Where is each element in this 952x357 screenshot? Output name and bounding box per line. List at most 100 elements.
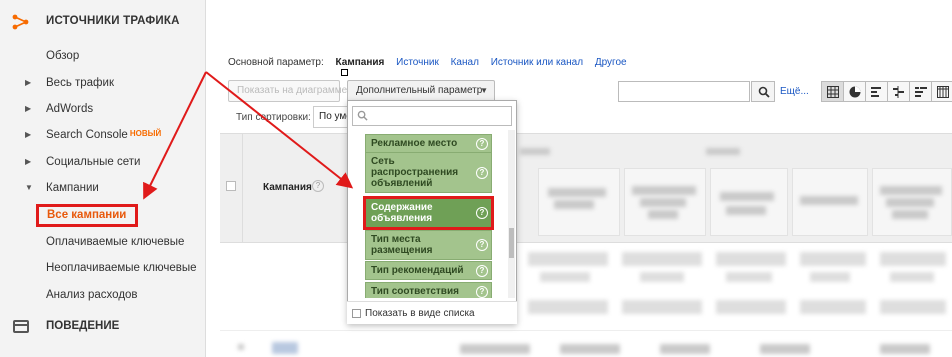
sidebar-item-cost-analysis[interactable]: Анализ расходов [0, 285, 206, 307]
performance-view-button[interactable] [865, 81, 888, 102]
dropdown-option-label: Рекламное место [371, 138, 458, 149]
sidebar-section-label: ПОВЕДЕНИЕ [46, 320, 120, 332]
redacted-text [548, 188, 606, 197]
redacted-value [622, 252, 702, 266]
dropdown-search-input[interactable] [352, 106, 512, 126]
redacted-text [640, 198, 686, 207]
dropdown-option[interactable]: Сеть распространения объявлений ? [365, 152, 492, 193]
redacted-value [460, 344, 530, 354]
redacted-value [800, 300, 866, 314]
redacted-text [520, 148, 550, 155]
sidebar-item-label: Анализ расходов [46, 289, 138, 301]
redacted-value [726, 272, 772, 282]
primary-dimension-link-source-medium[interactable]: Источник или канал [491, 57, 583, 68]
list-view-label[interactable]: Показать в виде списка [365, 308, 475, 319]
primary-dimension-bar: Основной параметр: Кампания Источник Кан… [228, 57, 636, 71]
help-icon[interactable]: ? [476, 137, 488, 150]
dropdown-option-label: Тип соответствия [371, 286, 459, 297]
comparison-view-icon [893, 86, 904, 98]
sidebar-item-label: Весь трафик [46, 77, 114, 89]
sidebar-section-header[interactable]: ИСТОЧНИКИ ТРАФИКА [0, 0, 206, 42]
redacted-text [726, 206, 766, 215]
sidebar-item-organic-keywords[interactable]: Неоплачиваемые ключевые [0, 258, 206, 280]
campaign-column-header[interactable]: Кампания [263, 182, 312, 193]
redacted-text [554, 200, 594, 209]
redacted-value [800, 252, 866, 266]
sidebar-item-label: Социальные сети [46, 156, 141, 168]
comparison-view-button[interactable] [887, 81, 910, 102]
redacted-text [720, 192, 774, 201]
redacted-text [886, 198, 934, 207]
redacted-value [716, 252, 786, 266]
view-switcher [821, 81, 952, 102]
sidebar-item-campaigns[interactable]: ▼ Кампании [0, 178, 206, 200]
dropdown-option-label: Содержание объявления [371, 202, 433, 224]
term-cloud-view-button[interactable] [909, 81, 932, 102]
redacted-value [716, 300, 786, 314]
sidebar-item-label: Кампании [46, 182, 99, 194]
redacted-value [880, 344, 930, 354]
list-view-checkbox[interactable] [352, 309, 361, 318]
pivot-view-icon [937, 86, 949, 98]
advanced-link[interactable]: Ещё... [780, 86, 809, 97]
dropdown-option-selected[interactable]: Содержание объявления ? [363, 196, 494, 230]
redacted-value [622, 300, 702, 314]
sidebar-title: ИСТОЧНИКИ ТРАФИКА [46, 15, 180, 27]
sidebar-item-overview[interactable]: Обзор [0, 46, 206, 68]
sidebar-item-search-console[interactable]: ▶ Search Console НОВЫЙ [0, 125, 206, 147]
redacted-text [880, 186, 942, 195]
sidebar-item-label: AdWords [46, 103, 94, 115]
dropdown-option-list: Рекламное место ? Сеть распространения о… [348, 130, 506, 298]
sidebar-item-all-traffic[interactable]: ▶ Весь трафик [0, 73, 206, 95]
dropdown-scrollbar[interactable] [508, 130, 515, 298]
pie-view-button[interactable] [843, 81, 866, 102]
redacted-value [810, 272, 850, 282]
dropdown-option[interactable]: Тип места размещения ? [365, 230, 492, 260]
annotation-highlight-box [36, 204, 138, 227]
redacted-value [890, 272, 934, 282]
sidebar-section-behavior[interactable]: ПОВЕДЕНИЕ [0, 314, 206, 340]
plot-rows-button[interactable]: Показать на диаграмме [228, 80, 347, 102]
table-search-input[interactable] [618, 81, 750, 102]
help-icon[interactable]: ? [476, 285, 488, 298]
primary-dimension-link-source[interactable]: Источник [396, 57, 439, 68]
help-icon[interactable]: ? [476, 166, 488, 179]
help-icon[interactable]: ? [476, 207, 488, 219]
dropdown-option-label: Тип места размещения [371, 234, 433, 256]
redacted-value [272, 342, 298, 354]
redacted-value [540, 272, 590, 282]
expand-arrow-icon: ▶ [25, 157, 32, 166]
sidebar-item-adwords[interactable]: ▶ AdWords [0, 99, 206, 121]
dropdown-option[interactable]: Тип рекомендаций ? [365, 261, 492, 280]
sidebar-item-social[interactable]: ▶ Социальные сети [0, 152, 206, 174]
chevron-down-icon: ▼ [480, 86, 488, 95]
help-icon[interactable]: ? [312, 180, 324, 192]
redacted-text [632, 186, 696, 195]
pivot-view-button[interactable] [931, 81, 952, 102]
secondary-dimension-button[interactable]: Дополнительный параметр ▼ [347, 80, 495, 102]
help-icon[interactable]: ? [476, 239, 488, 251]
sidebar-item-label: Обзор [46, 50, 80, 62]
table-view-icon [827, 86, 839, 98]
search-icon [758, 86, 770, 98]
select-all-checkbox[interactable] [226, 181, 236, 191]
primary-dimension-link-medium[interactable]: Канал [451, 57, 479, 68]
dropdown-option[interactable]: Тип соответствия ? [365, 282, 492, 298]
primary-dimension-label: Основной параметр: [228, 57, 324, 68]
help-icon[interactable]: ? [476, 264, 488, 277]
metric-header-cell[interactable] [710, 168, 788, 236]
redacted-value [880, 252, 946, 266]
redacted-text [648, 210, 678, 219]
sidebar-item-label: Неоплачиваемые ключевые [46, 262, 197, 274]
primary-dimension-link-other[interactable]: Другое [595, 57, 627, 68]
redacted-value [560, 344, 620, 354]
sidebar-item-paid-keywords[interactable]: Оплачиваемые ключевые [0, 232, 206, 254]
search-button[interactable] [751, 81, 775, 102]
expand-arrow-icon: ▶ [25, 78, 32, 87]
scrollbar-thumb[interactable] [509, 228, 514, 258]
redacted-text [800, 196, 858, 205]
redacted-value [660, 344, 710, 354]
sidebar: ИСТОЧНИКИ ТРАФИКА Обзор ▶ Весь трафик ▶ … [0, 0, 206, 357]
dropdown-option[interactable]: Рекламное место ? [365, 134, 492, 153]
table-view-button[interactable] [821, 81, 844, 102]
